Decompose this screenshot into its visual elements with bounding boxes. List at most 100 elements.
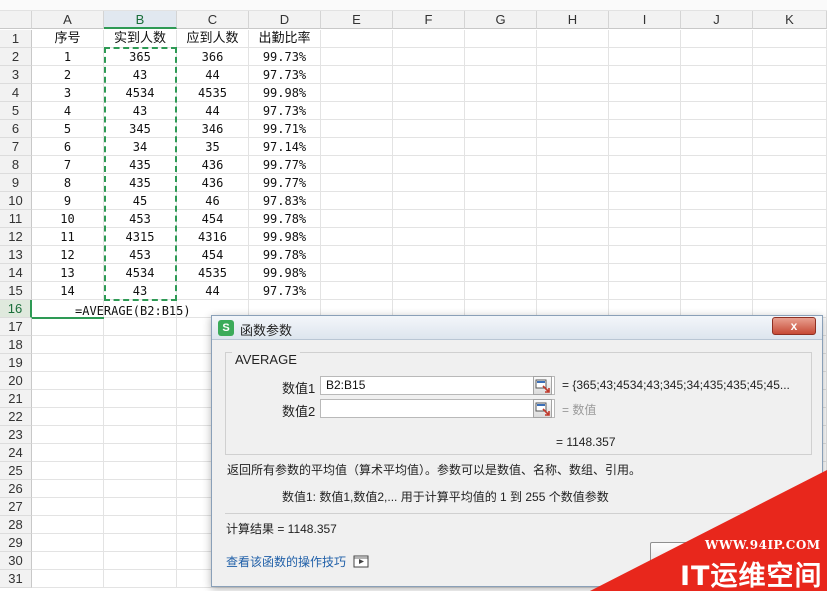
cell-i7[interactable] [609,138,681,156]
cell-a19[interactable] [32,354,104,372]
row-header-6[interactable]: 6 [0,120,32,138]
cell-i15[interactable] [609,282,681,300]
row-header-26[interactable]: 26 [0,480,32,498]
cell-k7[interactable] [753,138,827,156]
row-header-10[interactable]: 10 [0,192,32,210]
cell-b17[interactable] [104,318,177,336]
cell-a9[interactable]: 8 [32,174,104,192]
cell-b22[interactable] [104,408,177,426]
cell-d2[interactable]: 99.73% [249,48,321,66]
cell-d15[interactable]: 97.73% [249,282,321,300]
cell-b12[interactable]: 4315 [104,228,177,246]
cell-b13[interactable]: 453 [104,246,177,264]
cell-g11[interactable] [465,210,537,228]
cell-i5[interactable] [609,102,681,120]
cell-a20[interactable] [32,372,104,390]
video-play-icon[interactable] [353,555,369,568]
cell-k11[interactable] [753,210,827,228]
cell-e14[interactable] [321,264,393,282]
cell-k8[interactable] [753,156,827,174]
cell-j13[interactable] [681,246,753,264]
cell-i4[interactable] [609,84,681,102]
cell-k2[interactable] [753,48,827,66]
cell-e10[interactable] [321,192,393,210]
cell-h11[interactable] [537,210,609,228]
cell-k14[interactable] [753,264,827,282]
cell-b11[interactable]: 453 [104,210,177,228]
cell-d12[interactable]: 99.98% [249,228,321,246]
cell-j10[interactable] [681,192,753,210]
cell-c3[interactable]: 44 [177,66,249,84]
cell-a7[interactable]: 6 [32,138,104,156]
cell-c8[interactable]: 436 [177,156,249,174]
cell-c6[interactable]: 346 [177,120,249,138]
cell-f6[interactable] [393,120,465,138]
cell-j3[interactable] [681,66,753,84]
cell-b3[interactable]: 43 [104,66,177,84]
cell-i11[interactable] [609,210,681,228]
cell-g2[interactable] [465,48,537,66]
cell-i2[interactable] [609,48,681,66]
column-header-k[interactable]: K [753,11,827,29]
arg1-collapse-button[interactable] [533,376,552,395]
cell-a25[interactable] [32,462,104,480]
cell-h5[interactable] [537,102,609,120]
cell-h13[interactable] [537,246,609,264]
cell-a4[interactable]: 3 [32,84,104,102]
arg2-input[interactable] [320,399,555,418]
column-header-d[interactable]: D [249,11,321,29]
cell-b30[interactable] [104,552,177,570]
cell-h4[interactable] [537,84,609,102]
row-header-9[interactable]: 9 [0,174,32,192]
cell-c4[interactable]: 4535 [177,84,249,102]
cell-k6[interactable] [753,120,827,138]
row-header-5[interactable]: 5 [0,102,32,120]
cell-a11[interactable]: 10 [32,210,104,228]
row-header-1[interactable]: 1 [0,30,32,48]
cell-e11[interactable] [321,210,393,228]
cell-j2[interactable] [681,48,753,66]
cell-i8[interactable] [609,156,681,174]
cell-e12[interactable] [321,228,393,246]
cell-h12[interactable] [537,228,609,246]
cell-e9[interactable] [321,174,393,192]
cell-e2[interactable] [321,48,393,66]
cell-g4[interactable] [465,84,537,102]
cell-c13[interactable]: 454 [177,246,249,264]
cell-a27[interactable] [32,498,104,516]
formula-cell-text[interactable]: =AVERAGE(B2:B15) [75,302,191,320]
cell-a17[interactable] [32,318,104,336]
row-header-15[interactable]: 15 [0,282,32,300]
cell-c5[interactable]: 44 [177,102,249,120]
cell-e6[interactable] [321,120,393,138]
cell-f8[interactable] [393,156,465,174]
cell-j9[interactable] [681,174,753,192]
cell-b23[interactable] [104,426,177,444]
row-header-21[interactable]: 21 [0,390,32,408]
column-header-e[interactable]: E [321,11,393,29]
close-button[interactable]: x [772,317,816,335]
cell-a5[interactable]: 4 [32,102,104,120]
cell-b28[interactable] [104,516,177,534]
cell-h2[interactable] [537,48,609,66]
cell-k12[interactable] [753,228,827,246]
cell-a13[interactable]: 12 [32,246,104,264]
function-tips-link-text[interactable]: 查看该函数的操作技巧 [226,555,346,569]
cell-e7[interactable] [321,138,393,156]
cell-h9[interactable] [537,174,609,192]
cell-g15[interactable] [465,282,537,300]
cell-a12[interactable]: 11 [32,228,104,246]
cell-b14[interactable]: 4534 [104,264,177,282]
cell-a21[interactable] [32,390,104,408]
cell-i3[interactable] [609,66,681,84]
row-header-31[interactable]: 31 [0,570,32,588]
cell-k4[interactable] [753,84,827,102]
column-header-j[interactable]: J [681,11,753,29]
cell-k3[interactable] [753,66,827,84]
row-header-20[interactable]: 20 [0,372,32,390]
cell-j5[interactable] [681,102,753,120]
cell-b15[interactable]: 43 [104,282,177,300]
cell-a31[interactable] [32,570,104,588]
cell-h3[interactable] [537,66,609,84]
column-header-f[interactable]: F [393,11,465,29]
